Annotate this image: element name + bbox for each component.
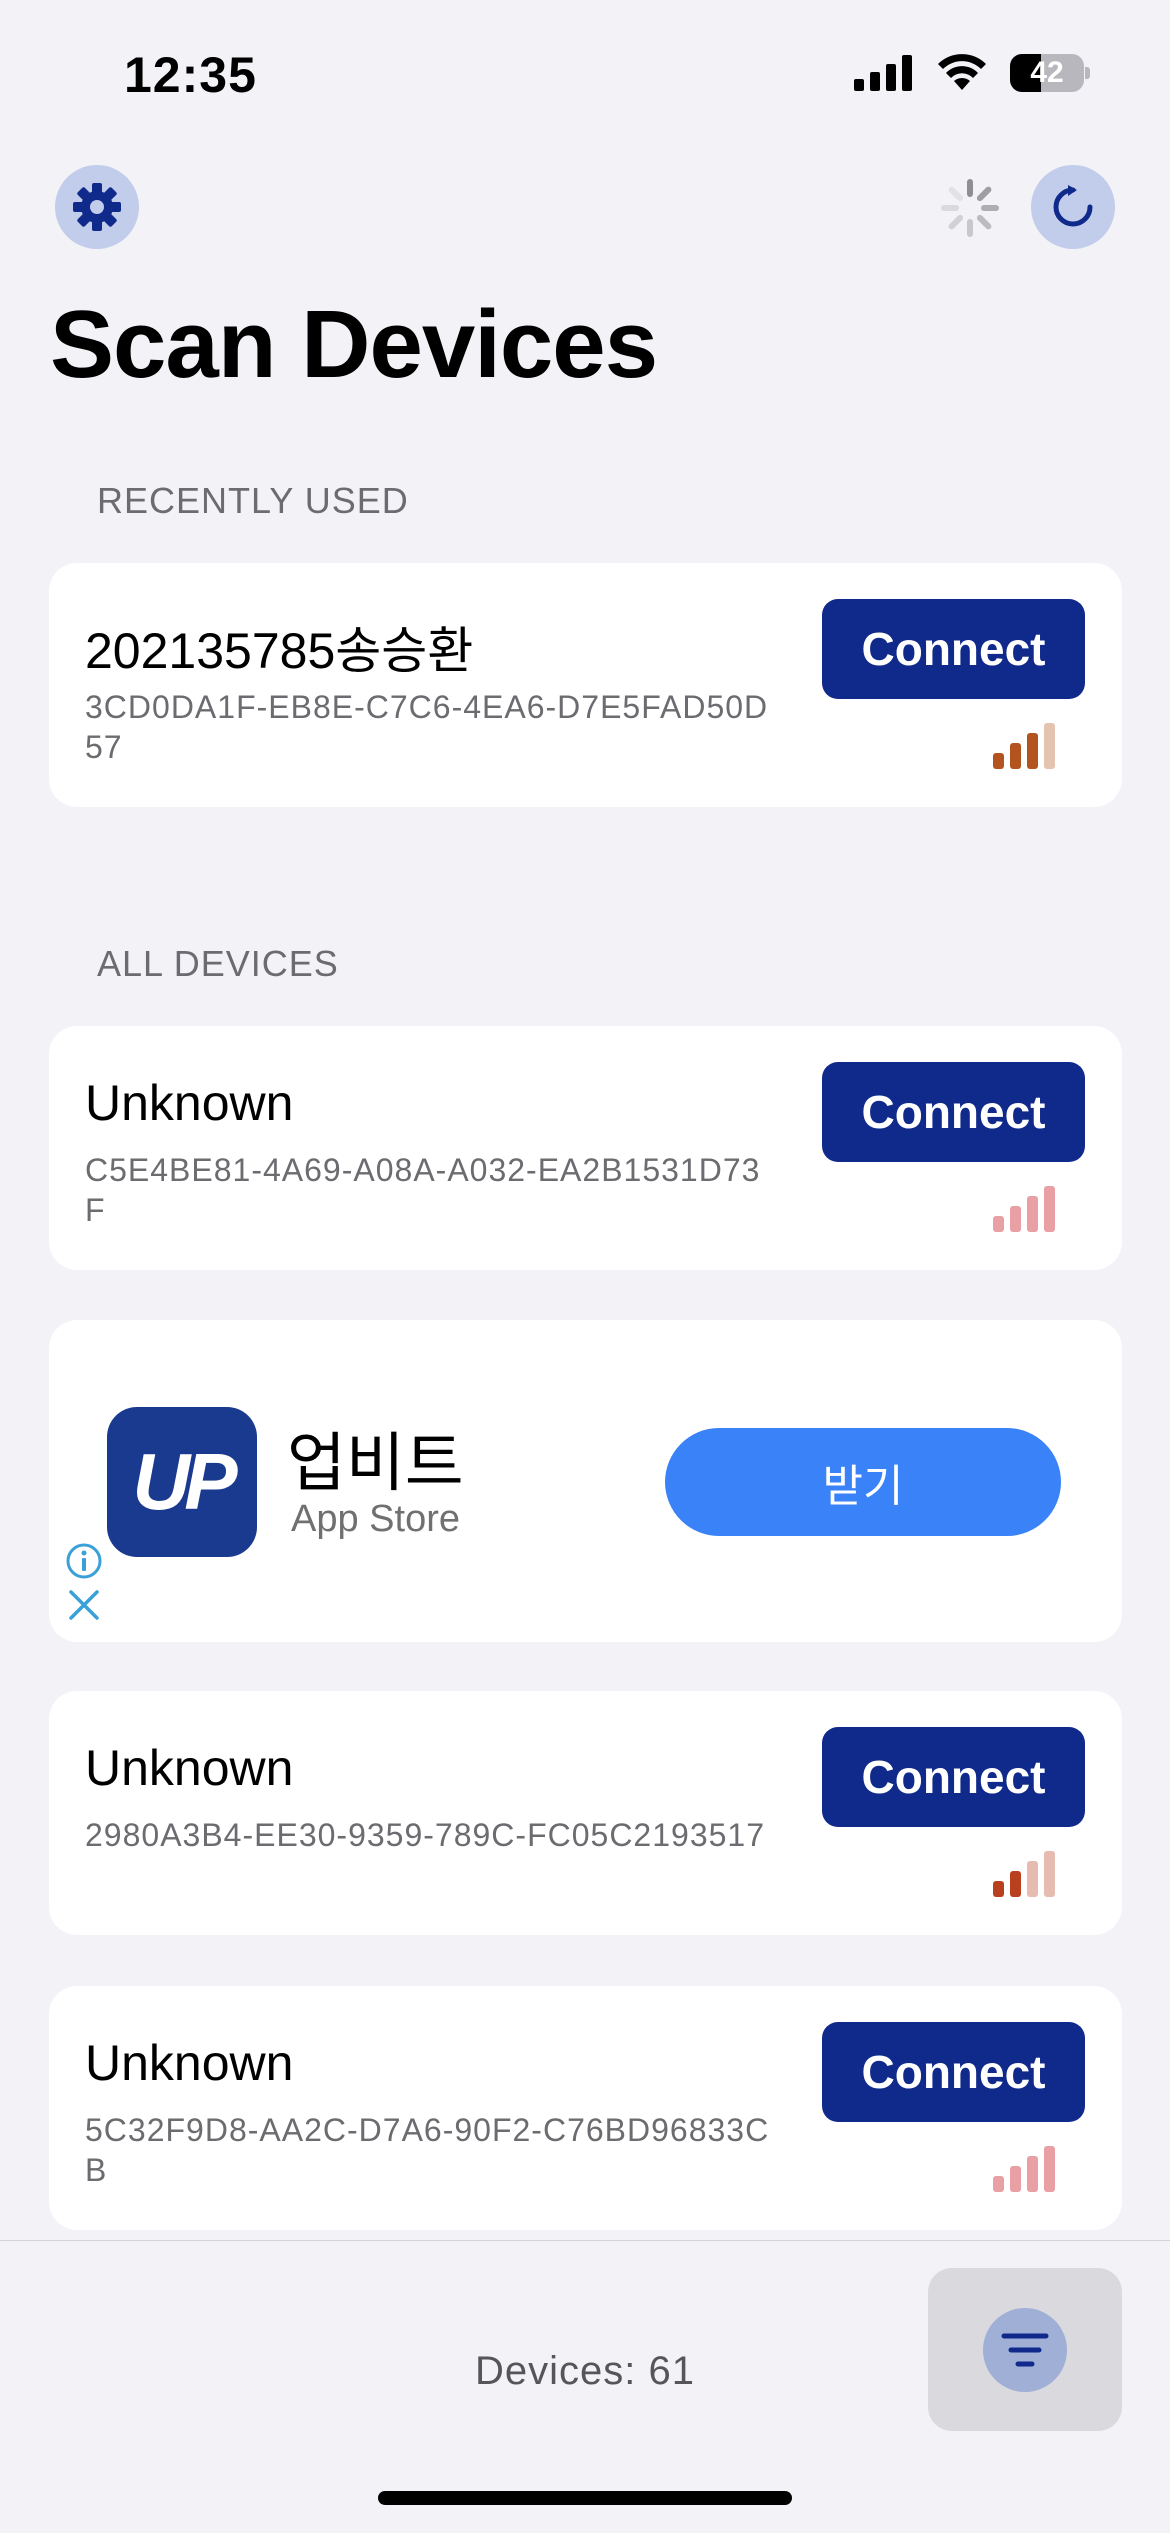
battery-level: 42: [1030, 56, 1064, 89]
device-card-recent[interactable]: 202135785송승환 3CD0DA1F-EB8E-C7C6-4EA6-D7E…: [49, 563, 1122, 807]
filter-icon: [1001, 2333, 1049, 2366]
page-title: Scan Devices: [50, 291, 658, 398]
signal-bar: [1027, 2156, 1038, 2192]
device-name: Unknown: [85, 1075, 294, 1131]
signal-bar: [1010, 2166, 1021, 2192]
device-id: C5E4BE81-4A69-A08A-A032-EA2B1531D73F: [85, 1152, 761, 1228]
signal-bar: [993, 1881, 1004, 1897]
signal-bar: [1027, 1196, 1038, 1232]
status-icons: 42: [854, 54, 1090, 92]
device-card[interactable]: Unknown 5C32F9D8-AA2C-D7A6-90F2-C76BD968…: [49, 1986, 1122, 2230]
section-header-all: ALL DEVICES: [97, 943, 339, 984]
device-id: 3CD0DA1F-EB8E-C7C6-4EA6-D7E5FAD50D57: [85, 689, 769, 765]
device-name: Unknown: [85, 2035, 294, 2091]
signal-bar: [1010, 1206, 1021, 1232]
signal-bar: [1044, 723, 1055, 769]
signal-bar: [1010, 743, 1021, 769]
refresh-icon: [1053, 185, 1093, 227]
signal-strength-icon: [993, 1851, 1063, 1897]
app-icon[interactable]: UP: [107, 1407, 257, 1557]
cellular-signal-icon: [854, 55, 912, 91]
filter-icon-container: [983, 2307, 1067, 2392]
signal-bar: [993, 2176, 1004, 2192]
battery-icon: 42: [1010, 54, 1090, 92]
connect-button[interactable]: Connect: [822, 1727, 1085, 1827]
signal-strength-icon: [993, 2146, 1063, 2192]
app-icon-text: UP: [132, 1437, 237, 1526]
bottom-toolbar: Devices: 61: [0, 2240, 1170, 2533]
connect-button[interactable]: Connect: [822, 599, 1085, 699]
section-header-recent: RECENTLY USED: [97, 480, 409, 521]
status-time: 12:35: [124, 47, 257, 103]
signal-bar: [1044, 1851, 1055, 1897]
refresh-button[interactable]: [1031, 165, 1115, 249]
device-name: 202135785송승환: [85, 623, 474, 679]
device-id: 5C32F9D8-AA2C-D7A6-90F2-C76BD96833CB: [85, 2112, 770, 2188]
device-name: Unknown: [85, 1740, 294, 1796]
ad-store-label: App Store: [291, 1498, 460, 1540]
close-icon[interactable]: [67, 1588, 101, 1622]
home-indicator[interactable]: [378, 2491, 792, 2505]
signal-bar: [993, 1216, 1004, 1232]
gear-icon: [73, 183, 121, 231]
connect-button[interactable]: Connect: [822, 2022, 1085, 2122]
signal-bar: [1044, 2146, 1055, 2192]
device-card[interactable]: Unknown C5E4BE81-4A69-A08A-A032-EA2B1531…: [49, 1026, 1122, 1270]
filter-button[interactable]: [928, 2268, 1122, 2431]
connect-button[interactable]: Connect: [822, 1062, 1085, 1162]
device-id: 2980A3B4-EE30-9359-789C-FC05C2193517: [85, 1817, 765, 1853]
ad-app-name: 업비트: [287, 1427, 464, 1499]
signal-bar: [1010, 1871, 1021, 1897]
settings-button[interactable]: [55, 165, 139, 249]
signal-bar: [1027, 733, 1038, 769]
signal-strength-icon: [993, 723, 1063, 769]
signal-strength-icon: [993, 1186, 1063, 1232]
info-icon[interactable]: [65, 1542, 103, 1580]
spinner-icon: [941, 179, 999, 237]
signal-bar: [1044, 1186, 1055, 1232]
signal-bar: [993, 753, 1004, 769]
ad-get-button[interactable]: 받기: [665, 1428, 1061, 1536]
device-card[interactable]: Unknown 2980A3B4-EE30-9359-789C-FC05C219…: [49, 1691, 1122, 1935]
ad-banner[interactable]: UP 업비트 App Store 받기: [49, 1320, 1122, 1642]
wifi-icon: [938, 54, 986, 90]
status-bar: 12:35 42: [0, 0, 1170, 150]
signal-bar: [1027, 1861, 1038, 1897]
